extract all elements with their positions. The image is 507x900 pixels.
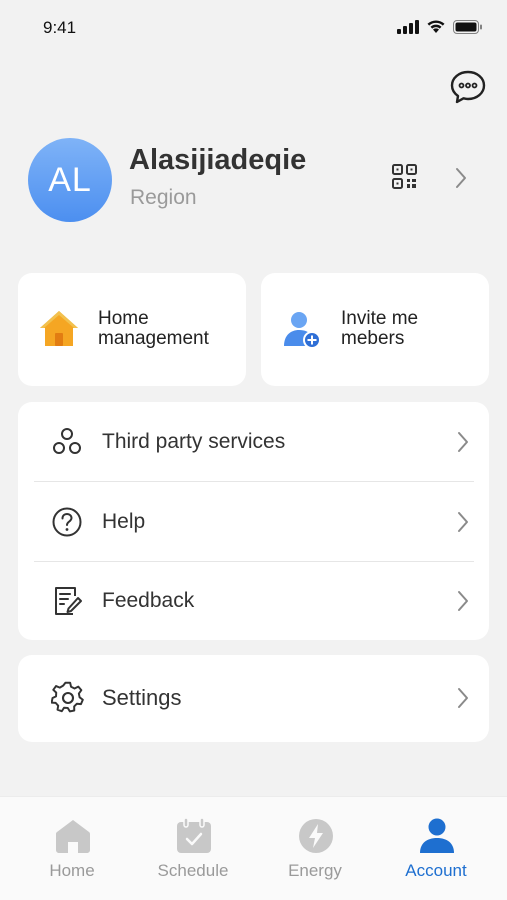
- home-management-label-line2: management: [98, 328, 209, 349]
- feedback-icon: [55, 587, 82, 615]
- menu-item-settings[interactable]: Settings: [18, 655, 489, 742]
- home-icon: [56, 820, 90, 853]
- qr-code-button[interactable]: [390, 162, 420, 192]
- question-icon: [52, 507, 82, 537]
- tab-label: Energy: [288, 861, 342, 880]
- menu-item-third-party-services[interactable]: Third party services: [18, 402, 489, 481]
- invite-members-label-line1: Invite me: [341, 308, 419, 329]
- tab-account[interactable]: Account: [376, 797, 496, 900]
- home-management-label: Home management: [98, 309, 238, 349]
- battery-icon: [453, 19, 482, 34]
- menu-item-feedback[interactable]: Feedback: [18, 561, 489, 640]
- add-user-icon: [284, 312, 321, 349]
- avatar[interactable]: AL: [28, 138, 112, 222]
- gear-icon: [51, 681, 84, 713]
- calendar-icon: [177, 817, 211, 853]
- invite-members-tile[interactable]: Invite me mebers: [261, 273, 489, 386]
- cellular-signal-icon: [397, 19, 419, 34]
- menu-item-label: Third party services: [102, 430, 286, 453]
- person-icon: [420, 818, 454, 853]
- tab-home[interactable]: Home: [12, 797, 132, 900]
- home-management-tile[interactable]: Home management: [18, 273, 246, 386]
- status-time: 9:41: [43, 18, 77, 37]
- profile-chevron-right-icon[interactable]: [450, 164, 472, 192]
- tab-energy[interactable]: Energy: [255, 797, 375, 900]
- profile-header[interactable]: AL Alasijiadeqie Region: [28, 138, 478, 222]
- tab-label: Home: [49, 861, 95, 880]
- house-icon: [40, 311, 78, 346]
- invite-members-label: Invite me mebers: [341, 309, 481, 349]
- menu-card: Third party services Help Feedback: [18, 402, 489, 640]
- connections-icon: [53, 428, 81, 454]
- menu-item-help[interactable]: Help: [18, 482, 489, 561]
- chat-bubble-icon: [450, 70, 486, 104]
- tab-bar: Home Schedule Energy Account: [0, 796, 507, 900]
- profile-region: Region: [130, 186, 197, 209]
- lightning-icon: [299, 819, 333, 853]
- settings-label: Settings: [102, 685, 182, 710]
- status-icons: [397, 19, 483, 34]
- wifi-icon: [427, 20, 445, 33]
- messages-button[interactable]: [449, 68, 487, 106]
- menu-item-label: Help: [102, 510, 146, 533]
- chevron-right-icon: [458, 432, 468, 452]
- status-bar: 9:41: [0, 0, 507, 56]
- tab-schedule[interactable]: Schedule: [133, 797, 253, 900]
- tab-label: Schedule: [157, 861, 229, 880]
- chevron-right-icon: [458, 688, 468, 708]
- chevron-right-icon: [458, 591, 468, 611]
- chevron-right-icon: [458, 512, 468, 532]
- menu-item-label: Feedback: [102, 589, 195, 612]
- profile-name: Alasijiadeqie: [129, 144, 307, 176]
- account-screen: 9:41 AL Alasijiadeqie Region Home manage…: [0, 0, 507, 900]
- invite-members-label-line2: mebers: [341, 328, 405, 349]
- qr-code-icon: [392, 164, 417, 189]
- tab-label: Account: [405, 861, 467, 880]
- home-management-label-line1: Home: [98, 308, 149, 329]
